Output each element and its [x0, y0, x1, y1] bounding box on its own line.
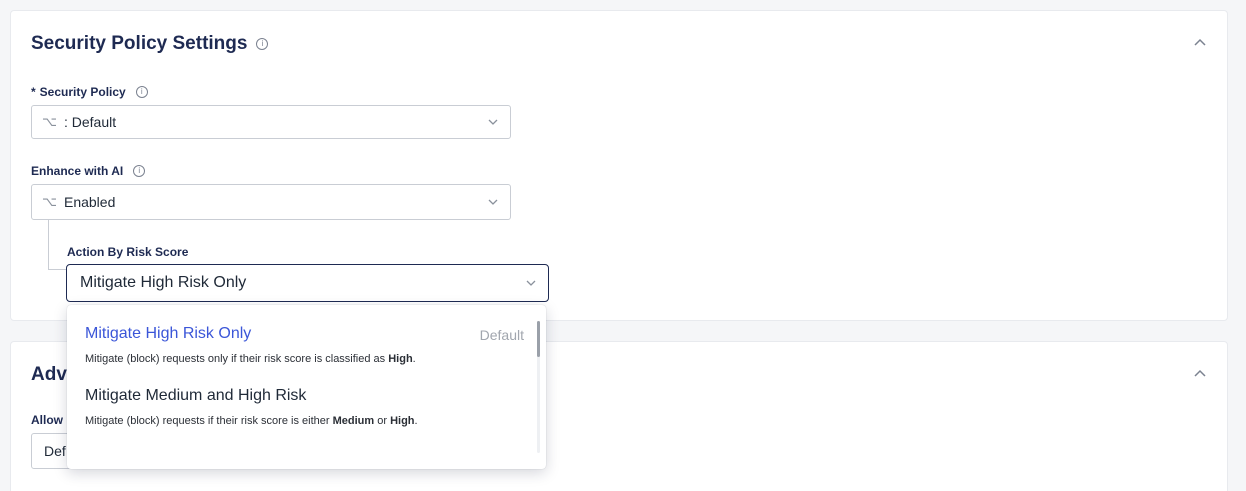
card-title: Security Policy Settings i	[31, 33, 269, 55]
action-by-risk-label-text: Action By Risk Score	[67, 245, 189, 259]
default-tag: Default	[479, 327, 524, 343]
enhance-ai-label: Enhance with AI i	[31, 164, 146, 178]
action-by-risk-value: Mitigate High Risk Only	[80, 274, 247, 291]
option-mitigate-high-risk[interactable]: Mitigate High Risk Only Default Mitigate…	[85, 325, 524, 365]
action-by-risk-label: Action By Risk Score	[67, 245, 188, 259]
info-icon[interactable]: i	[256, 38, 269, 50]
option-mitigate-medium-high-risk[interactable]: Mitigate Medium and High Risk Mitigate (…	[85, 387, 524, 427]
allow-field-label: Allow	[31, 413, 63, 427]
enhance-ai-value: Enabled	[63, 194, 116, 210]
advanced-card-title: Adv	[31, 364, 67, 385]
enhance-ai-select[interactable]: ⌥ Enabled	[31, 184, 511, 220]
tree-connector	[48, 220, 66, 270]
source-branch-icon: ⌥	[42, 114, 57, 129]
info-icon[interactable]: i	[135, 86, 148, 98]
security-policy-value: : Default	[63, 114, 117, 130]
source-branch-icon: ⌥	[42, 194, 57, 209]
enhance-ai-label-text: Enhance with AI	[31, 164, 124, 178]
chevron-down-icon	[526, 280, 536, 286]
risk-action-dropdown-menu: Mitigate High Risk Only Default Mitigate…	[67, 305, 546, 469]
card-title-text: Security Policy Settings	[31, 33, 248, 54]
chevron-down-icon	[488, 119, 498, 125]
security-policy-select[interactable]: ⌥ : Default	[31, 105, 511, 139]
chevron-up-icon[interactable]	[1193, 368, 1207, 378]
info-icon[interactable]: i	[133, 165, 146, 177]
scrollbar-thumb[interactable]	[537, 321, 540, 357]
page: Security Policy Settings i * Security Pol…	[0, 0, 1246, 491]
action-by-risk-select[interactable]: Mitigate High Risk Only	[66, 264, 549, 302]
option-title: Mitigate Medium and High Risk	[85, 387, 307, 404]
option-description: Mitigate (block) requests only if their …	[85, 353, 416, 365]
security-policy-card: Security Policy Settings i * Security Pol…	[10, 10, 1228, 321]
option-title: Mitigate High Risk Only	[85, 325, 252, 342]
security-policy-label: * Security Policy i	[31, 85, 148, 99]
chevron-down-icon	[488, 199, 498, 205]
required-mark: *	[31, 85, 36, 99]
option-description: Mitigate (block) requests if their risk …	[85, 415, 418, 427]
allow-select-value: Def	[44, 443, 66, 459]
security-policy-label-text: Security Policy	[39, 85, 126, 99]
chevron-up-icon[interactable]	[1193, 37, 1207, 47]
